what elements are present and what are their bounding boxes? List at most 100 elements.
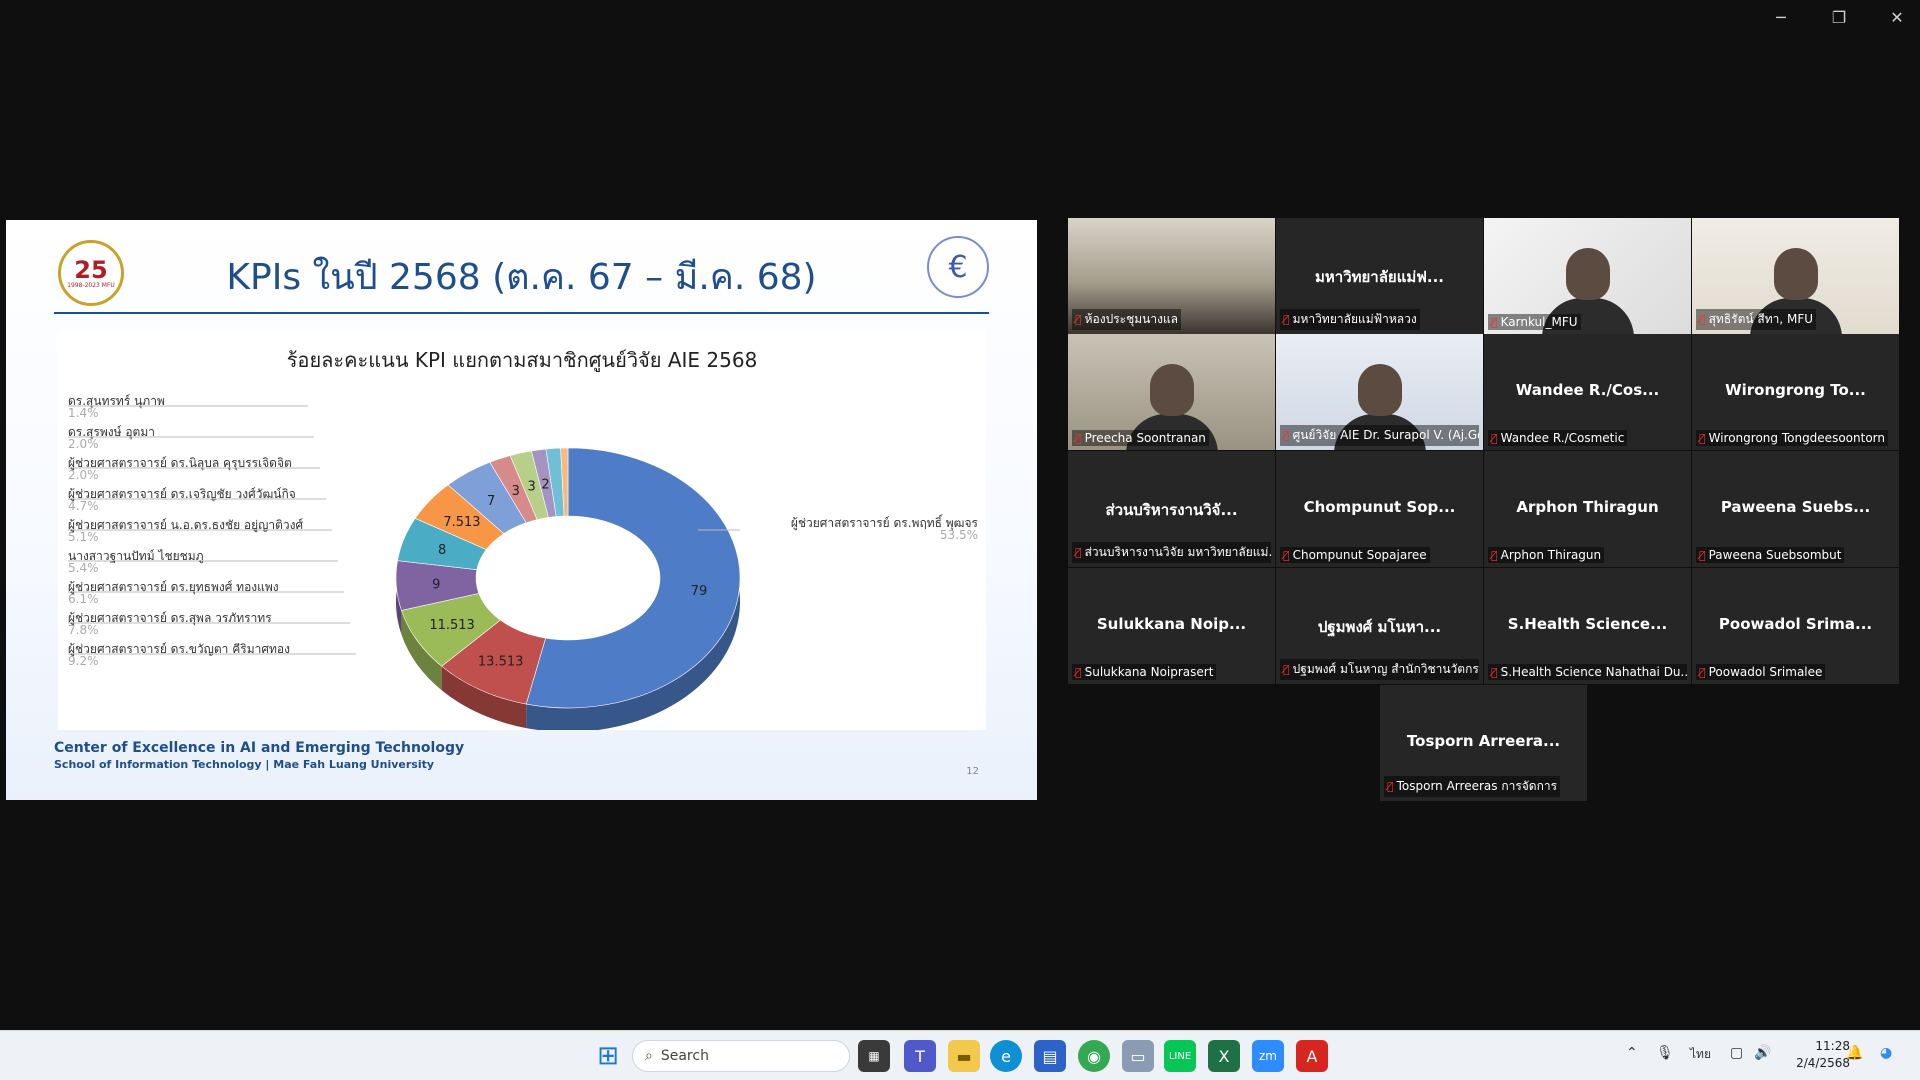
participant-display-name: Arphon Thiragun bbox=[1500, 548, 1602, 562]
participant-display-name: Paweena Suebsombut bbox=[1708, 548, 1842, 562]
participant-tile[interactable]: Arphon Thiragun 🎙̸ Arphon Thiragun bbox=[1484, 451, 1691, 567]
participant-label: 🎙̸ Chompunut Sopajaree bbox=[1280, 547, 1430, 563]
minimize-icon[interactable]: ─ bbox=[1770, 8, 1792, 27]
participant-silhouette bbox=[1149, 364, 1194, 416]
participant-label: 🎙̸ S.Health Science Nahathai Du... bbox=[1488, 664, 1687, 680]
participant-tile[interactable]: 🎙̸ Karnkul_MFU bbox=[1484, 218, 1691, 334]
slide-page-number: 12 bbox=[966, 766, 979, 777]
participant-label: 🎙̸ Sulukkana Noiprasert bbox=[1072, 664, 1217, 680]
participant-display-name: Wandee R./Cosmetic bbox=[1500, 431, 1625, 445]
notification-bell-icon[interactable]: 🔔 bbox=[1846, 1045, 1863, 1061]
chrome-icon[interactable]: ◉ bbox=[1078, 1040, 1110, 1072]
close-icon[interactable]: ✕ bbox=[1886, 8, 1908, 27]
participant-display-name: ห้องประชุมนางแล bbox=[1084, 312, 1179, 326]
muted-mic-icon: 🎙̸ bbox=[1491, 665, 1498, 679]
participant-name: ส่วนบริหารงานวิจั... bbox=[1105, 501, 1238, 519]
muted-mic-icon: 🎙̸ bbox=[1491, 315, 1498, 329]
participant-display-name: Preecha Soontranan bbox=[1084, 431, 1206, 445]
legend-percent: 2.0% bbox=[68, 437, 99, 451]
participant-tile[interactable]: 🎙̸ Preecha Soontranan bbox=[1068, 334, 1275, 450]
participant-label: 🎙̸ มหาวิทยาลัยแม่ฟ้าหลวง bbox=[1280, 309, 1420, 330]
participant-display-name: Wirongrong Tongdeesoontorn bbox=[1708, 431, 1885, 445]
participant-tile[interactable]: Wirongrong To... 🎙̸ Wirongrong Tongdeesoon… bbox=[1692, 334, 1899, 450]
muted-mic-icon: 🎙̸ bbox=[1699, 431, 1706, 445]
muted-mic-icon: 🎙̸ bbox=[1283, 313, 1290, 326]
restore-icon[interactable]: ❐ bbox=[1828, 8, 1850, 27]
participant-tile[interactable]: Wandee R./Cos... 🎙̸ Wandee R./Cosmetic bbox=[1484, 334, 1691, 450]
input-language[interactable]: ไทย bbox=[1690, 1045, 1711, 1064]
slice-value-label: 13.513 bbox=[478, 655, 524, 670]
participant-tile[interactable]: มหาวิทยาลัยแม่ฟ... 🎙̸ มหาวิทยาลัยแม่ฟ้าหลว… bbox=[1276, 218, 1483, 334]
legend-name: ผู้ช่วยศาสตราจารย์ ดร.เจริญชัย วงศ์วัฒน์… bbox=[68, 487, 296, 501]
microphone-icon[interactable]: 🎙 bbox=[1656, 1045, 1674, 1061]
participant-label: 🎙̸ Preecha Soontranan bbox=[1072, 430, 1209, 446]
zoom-icon[interactable]: zm bbox=[1252, 1040, 1284, 1072]
participant-tile[interactable]: Poowadol Srima... 🎙̸ Poowadol Srimalee bbox=[1692, 568, 1899, 684]
muted-mic-icon: 🎙̸ bbox=[1075, 431, 1082, 445]
title-rule bbox=[54, 312, 989, 314]
participant-label: 🎙̸ Karnkul_MFU bbox=[1488, 314, 1581, 330]
participant-tile[interactable]: Chompunut Sop... 🎙̸ Chompunut Sopajaree bbox=[1276, 451, 1483, 567]
participant-name: Poowadol Srima... bbox=[1718, 615, 1873, 633]
participant-display-name: Chompunut Sopajaree bbox=[1292, 548, 1427, 562]
participant-tile[interactable]: ส่วนบริหารงานวิจั... 🎙̸ ส่วนบริหารงานวิจัย… bbox=[1068, 451, 1275, 567]
participant-tile[interactable]: Paweena Suebs... 🎙̸ Paweena Suebsombut bbox=[1692, 451, 1899, 567]
taskbar: ⊞ ⌕ Search ▦ T ▬ e ▤ ◉ ▭ LINE X zm A ⌃ 🎙… bbox=[0, 1030, 1920, 1080]
participant-tile[interactable]: Sulukkana Noip... 🎙̸ Sulukkana Noiprasert bbox=[1068, 568, 1275, 684]
line-icon[interactable]: LINE bbox=[1164, 1040, 1196, 1072]
legend-percent: 7.8% bbox=[68, 623, 99, 637]
slice-value-label: 79 bbox=[691, 584, 708, 599]
participant-display-name: มหาวิทยาลัยแม่ฟ้าหลวง bbox=[1292, 312, 1417, 326]
legend-percent: 53.5% bbox=[939, 528, 978, 542]
participant-name: มหาวิทยาลัยแม่ฟ... bbox=[1315, 268, 1444, 286]
participant-display-name: ศูนย์วิจัย AIE Dr. Surapol V. (Aj.God) bbox=[1292, 428, 1479, 442]
start-icon[interactable]: ⊞ bbox=[592, 1040, 624, 1072]
acrobat-icon[interactable]: A bbox=[1296, 1040, 1328, 1072]
excel-icon[interactable]: X bbox=[1208, 1040, 1240, 1072]
slide-title: KPIs ในปี 2568 (ต.ค. 67 – มี.ค. 68) bbox=[226, 257, 817, 298]
copilot-icon[interactable]: ◕ bbox=[1880, 1045, 1892, 1061]
muted-mic-icon: 🎙̸ bbox=[1075, 313, 1082, 326]
taskbar-search[interactable]: ⌕ Search bbox=[632, 1040, 850, 1072]
participant-label: 🎙̸ ส่วนบริหารงานวิจัย มหาวิทยาลัยแม่... bbox=[1072, 542, 1271, 563]
participant-display-name: ส่วนบริหารงานวิจัย มหาวิทยาลัยแม่... bbox=[1084, 545, 1271, 559]
muted-mic-icon: 🎙̸ bbox=[1699, 548, 1706, 562]
legend-name: ผู้ช่วยศาสตราจารย์ ดร.ยุทธพงศ์ ทองแพง bbox=[68, 580, 279, 594]
volume-icon[interactable]: 🔊 bbox=[1754, 1045, 1771, 1061]
slice-value-label: 3 bbox=[512, 484, 520, 499]
file-explorer-icon[interactable]: ▬ bbox=[948, 1040, 980, 1072]
muted-mic-icon: 🎙̸ bbox=[1491, 548, 1498, 562]
system-clock[interactable]: 11:28 2/4/2568 bbox=[1796, 1038, 1850, 1072]
participant-label: 🎙̸ ห้องประชุมนางแล bbox=[1072, 309, 1182, 330]
slice-value-label: 9 bbox=[432, 578, 440, 593]
participant-name: Arphon Thiragun bbox=[1516, 498, 1659, 516]
task-view-icon[interactable]: ▦ bbox=[858, 1040, 890, 1072]
slice-value-label: 7 bbox=[487, 494, 495, 509]
chart-area: ร้อยละคะแนน KPI แยกตามสมาชิกศูนย์วิจัย A… bbox=[58, 330, 986, 730]
photos-icon[interactable]: ▭ bbox=[1122, 1040, 1154, 1072]
participant-tile[interactable]: 🎙̸ ห้องประชุมนางแล bbox=[1068, 218, 1275, 334]
slice-value-label: 3 bbox=[528, 480, 536, 495]
participant-name: S.Health Science... bbox=[1507, 615, 1668, 633]
participant-label: 🎙̸ Paweena Suebsombut bbox=[1696, 547, 1845, 563]
participant-tile[interactable]: 🎙̸ สุทธิรัตน์ สีทา, MFU bbox=[1692, 218, 1899, 334]
store-icon[interactable]: ▤ bbox=[1034, 1040, 1066, 1072]
legend-percent: 4.7% bbox=[68, 499, 99, 513]
participant-tile[interactable]: Tosporn Arreera... 🎙̸ Tosporn Arreeras การ… bbox=[1380, 685, 1587, 801]
legend-percent: 5.4% bbox=[68, 561, 99, 575]
participant-name: Chompunut Sop... bbox=[1303, 498, 1456, 516]
participant-display-name: Poowadol Srimalee bbox=[1708, 665, 1823, 679]
legend-percent: 2.0% bbox=[68, 468, 99, 482]
muted-mic-icon: 🎙̸ bbox=[1699, 665, 1706, 679]
edge-icon[interactable]: e bbox=[990, 1040, 1022, 1072]
participant-tile[interactable]: ปฐมพงศ์ มโนหา... 🎙̸ ปฐมพงศ์ มโนหาญ สำนักวิ… bbox=[1276, 568, 1483, 684]
participant-label: 🎙̸ Wirongrong Tongdeesoontorn bbox=[1696, 430, 1888, 446]
participant-tile[interactable]: 🎙̸ ศูนย์วิจัย AIE Dr. Surapol V. (Aj.God) bbox=[1276, 334, 1483, 450]
participant-tile[interactable]: S.Health Science... 🎙̸ S.Health Science Na… bbox=[1484, 568, 1691, 684]
participant-name: Tosporn Arreera... bbox=[1406, 732, 1561, 750]
muted-mic-icon: 🎙̸ bbox=[1283, 429, 1290, 442]
teams-icon[interactable]: T bbox=[904, 1040, 936, 1072]
window-controls: ─ ❐ ✕ bbox=[1770, 8, 1908, 27]
network-icon[interactable]: ▢ bbox=[1730, 1045, 1743, 1061]
chevron-up-icon[interactable]: ⌃ bbox=[1626, 1045, 1638, 1061]
